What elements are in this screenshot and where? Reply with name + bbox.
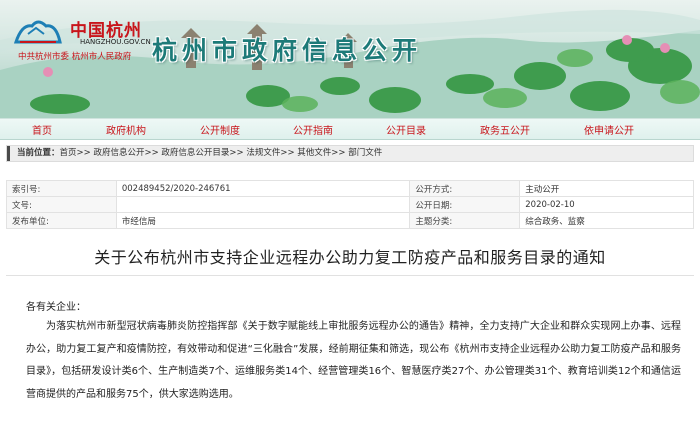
breadcrumb: 当前位置：首页>> 政府信息公开>> 政府信息公开目录>> 法规文件>> 其他文… <box>6 145 694 162</box>
site-banner: 中国杭州 HANGZHOU.GOV.CN 中共杭州市委 杭州市人民政府 杭州市政… <box>0 0 700 118</box>
meta-value-method: 主动公开 <box>519 180 694 197</box>
meta-key-docno: 文号: <box>6 196 117 213</box>
meta-value-topic: 综合政务、监察 <box>519 212 694 229</box>
meta-value-index: 002489452/2020-246761 <box>115 180 411 197</box>
meta-value-docno <box>115 196 411 213</box>
site-title: 杭州市政府信息公开 <box>152 36 423 65</box>
main-nav: 首页 政府机构 公开制度 公开指南 公开目录 政务五公开 依申请公开 <box>0 118 700 140</box>
nav-item-request-disclosure[interactable]: 依申请公开 <box>584 122 634 137</box>
meta-key-method: 公开方式: <box>409 180 521 197</box>
meta-key-index: 索引号: <box>6 180 117 197</box>
table-row: 文号: 公开日期: 2020-02-10 <box>6 196 694 213</box>
meta-key-date: 公开日期: <box>409 196 521 213</box>
nav-item-disclosure-system[interactable]: 公开制度 <box>200 122 240 137</box>
document-salutation: 各有关企业： <box>26 302 86 313</box>
document-title: 关于公布杭州市支持企业远程办公助力复工防疫产品和服务目录的通知 <box>94 248 606 267</box>
logo-subtitle: 中共杭州市委 杭州市人民政府 <box>18 52 132 62</box>
meta-value-date: 2020-02-10 <box>519 196 694 213</box>
document-body: 为落实杭州市新型冠状病毒肺炎防控指挥部《关于数字赋能线上审批服务远程办公的通告》… <box>26 321 681 400</box>
document-meta-table: 索引号: 002489452/2020-246761 公开方式: 主动公开 文号… <box>6 180 694 229</box>
meta-key-issuer: 发布单位: <box>6 212 117 229</box>
nav-item-government-agencies[interactable]: 政府机构 <box>106 122 146 137</box>
table-row: 发布单位: 市经信局 主题分类: 综合政务、监察 <box>6 212 694 229</box>
nav-item-disclosure-catalog[interactable]: 公开目录 <box>386 122 426 137</box>
city-emblem-icon <box>13 20 62 44</box>
breadcrumb-marker <box>7 146 10 161</box>
nav-item-disclosure-guide[interactable]: 公开指南 <box>293 122 333 137</box>
nav-item-five-disclosures[interactable]: 政务五公开 <box>480 122 530 137</box>
meta-value-issuer: 市经信局 <box>115 212 411 229</box>
breadcrumb-label: 当前位置： <box>17 148 60 158</box>
title-divider <box>6 275 694 276</box>
breadcrumb-text: 当前位置：首页>> 政府信息公开>> 政府信息公开目录>> 法规文件>> 其他文… <box>17 146 382 161</box>
logo-domain-text: HANGZHOU.GOV.CN <box>80 38 151 46</box>
nav-item-home[interactable]: 首页 <box>32 122 52 137</box>
table-row: 索引号: 002489452/2020-246761 公开方式: 主动公开 <box>6 180 694 197</box>
meta-key-topic: 主题分类: <box>409 212 521 229</box>
breadcrumb-path[interactable]: 首页>> 政府信息公开>> 政府信息公开目录>> 法规文件>> 其他文件>> 部… <box>60 148 383 158</box>
